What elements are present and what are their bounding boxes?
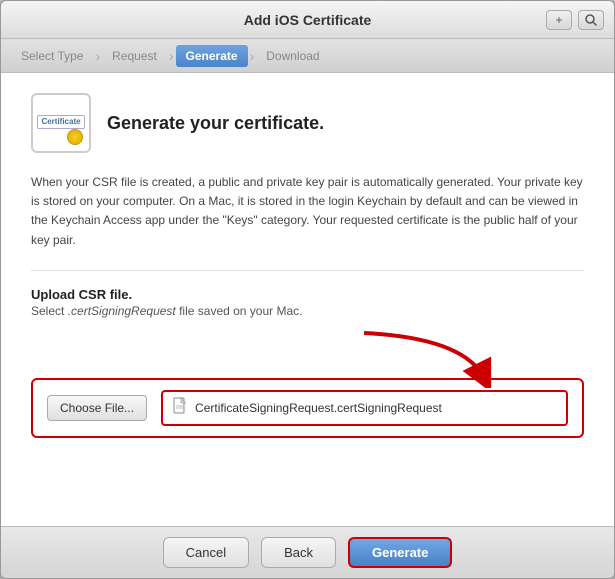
footer: Cancel Back Generate — [1, 526, 614, 578]
search-button[interactable] — [578, 10, 604, 30]
choose-file-button[interactable]: Choose File... — [47, 395, 147, 421]
step-download-label: Download — [256, 45, 329, 67]
step-select-type: Select Type — [11, 45, 93, 67]
content-title: Generate your certificate. — [107, 113, 324, 134]
red-arrow-svg — [324, 328, 524, 388]
step-request-label: Request — [102, 45, 167, 67]
arrow-container — [31, 328, 584, 388]
step-select-type-label: Select Type — [11, 45, 93, 67]
step-generate-label: Generate — [176, 45, 248, 67]
title-bar: Add iOS Certificate + — [1, 1, 614, 39]
upload-sublabel-file: .certSigningRequest — [68, 304, 176, 318]
arrow-1: › — [95, 48, 100, 64]
content-area: Certificate Generate your certificate. W… — [1, 73, 614, 526]
upload-sublabel-suffix: file saved on your Mac. — [176, 304, 303, 318]
cert-icon-text: Certificate — [37, 115, 84, 131]
upload-label: Upload CSR file. — [31, 287, 584, 302]
arrow-3: › — [250, 48, 255, 64]
add-button[interactable]: + — [546, 10, 572, 30]
upload-sublabel: Select .certSigningRequest file saved on… — [31, 304, 584, 318]
upload-section: Upload CSR file. Select .certSigningRequ… — [31, 287, 584, 438]
cert-icon: Certificate — [31, 93, 91, 153]
arrow-2: › — [169, 48, 174, 64]
back-button[interactable]: Back — [261, 537, 336, 568]
upload-sublabel-prefix: Select — [31, 304, 68, 318]
file-icon — [173, 397, 187, 419]
description-text: When your CSR file is created, a public … — [31, 173, 584, 250]
title-bar-actions: + — [546, 10, 604, 30]
main-window: Add iOS Certificate + Select Type › Requ… — [0, 0, 615, 579]
step-download: Download — [256, 45, 329, 67]
generate-button[interactable]: Generate — [348, 537, 452, 568]
window-title: Add iOS Certificate — [244, 12, 372, 28]
cancel-button[interactable]: Cancel — [163, 537, 249, 568]
step-generate: Generate — [176, 45, 248, 67]
content-header: Certificate Generate your certificate. — [31, 93, 584, 153]
step-bar: Select Type › Request › Generate › Downl… — [1, 39, 614, 73]
step-request: Request — [102, 45, 167, 67]
file-entry: CertificateSigningRequest.certSigningReq… — [161, 390, 568, 426]
divider — [31, 270, 584, 271]
cert-icon-badge — [67, 129, 83, 145]
file-name: CertificateSigningRequest.certSigningReq… — [195, 401, 442, 415]
